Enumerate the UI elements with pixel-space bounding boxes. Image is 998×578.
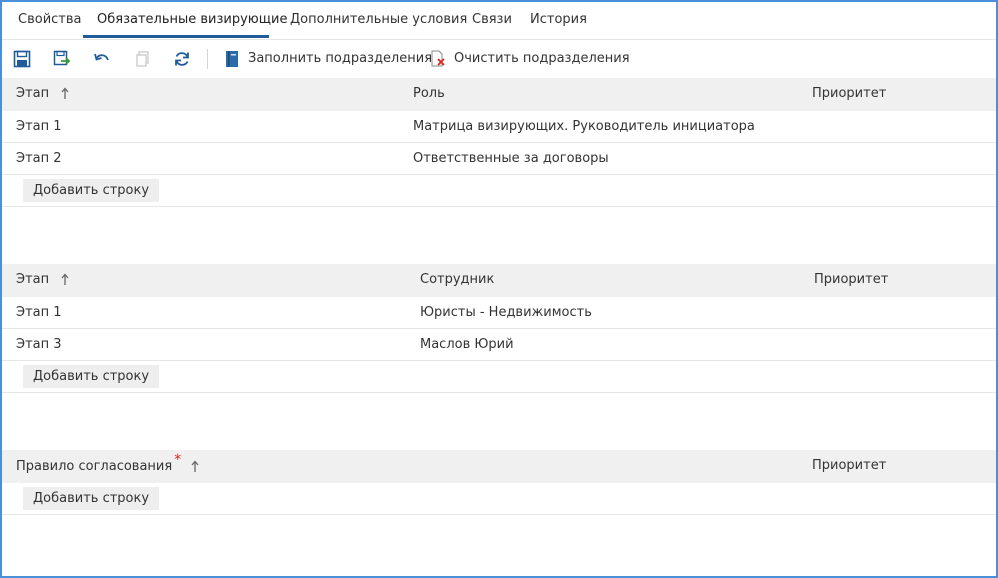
fill-departments-button[interactable]: Заполнить подразделения	[224, 50, 432, 70]
book-icon	[226, 51, 238, 67]
cell-stage: Этап 2	[16, 151, 62, 166]
sort-ascending-icon[interactable]	[191, 460, 199, 473]
tab-links[interactable]: Связи	[472, 2, 512, 40]
header-stage[interactable]: Этап	[16, 78, 69, 111]
tab-bar: Свойства Обязательные визирующие Дополни…	[2, 2, 996, 40]
save-icon[interactable]	[13, 50, 31, 68]
header-priority[interactable]: Приоритет	[814, 264, 888, 297]
cell-role: Матрица визирующих. Руководитель инициат…	[413, 119, 755, 134]
clear-departments-label: Очистить подразделения	[454, 51, 630, 66]
table-row[interactable]: Этап 1 Матрица визирующих. Руководитель …	[2, 111, 996, 143]
table-row[interactable]: Этап 3 Маслов Юрий	[2, 329, 996, 361]
cell-stage: Этап 1	[16, 119, 62, 134]
window-frame: Свойства Обязательные визирующие Дополни…	[0, 0, 998, 578]
refresh-icon[interactable]	[173, 50, 191, 68]
toolbar-separator	[207, 49, 208, 69]
header-employee[interactable]: Сотрудник	[420, 264, 494, 297]
header-priority[interactable]: Приоритет	[812, 450, 886, 483]
copy-icon[interactable]	[134, 50, 152, 68]
employees-add-row: Добавить строку	[2, 361, 996, 393]
header-rule[interactable]: Правило согласования *	[16, 450, 199, 483]
tab-properties[interactable]: Свойства	[18, 2, 82, 40]
roles-table-header: Этап Роль Приоритет	[2, 78, 996, 111]
header-priority[interactable]: Приоритет	[812, 78, 886, 111]
tab-history[interactable]: История	[530, 2, 587, 40]
clear-departments-button[interactable]: Очистить подразделения	[430, 50, 630, 70]
cell-role: Ответственные за договоры	[413, 151, 609, 166]
roles-add-row: Добавить строку	[2, 175, 996, 207]
fill-departments-label: Заполнить подразделения	[248, 51, 433, 66]
add-row-button[interactable]: Добавить строку	[23, 487, 160, 510]
table-row[interactable]: Этап 1 Юристы - Недвижимость	[2, 297, 996, 329]
add-row-button[interactable]: Добавить строку	[23, 365, 160, 388]
undo-icon[interactable]	[93, 50, 111, 68]
required-mark: *	[174, 452, 182, 468]
header-stage[interactable]: Этап	[16, 264, 69, 297]
cell-employee: Юристы - Недвижимость	[420, 305, 592, 320]
save-close-icon[interactable]	[53, 50, 71, 68]
tab-additional-conditions[interactable]: Дополнительные условия	[290, 2, 467, 40]
employees-table-header: Этап Сотрудник Приоритет	[2, 264, 996, 297]
cell-stage: Этап 1	[16, 305, 62, 320]
add-row-button[interactable]: Добавить строку	[23, 179, 160, 202]
active-tab-indicator	[83, 35, 269, 38]
table-row[interactable]: Этап 2 Ответственные за договоры	[2, 143, 996, 175]
sort-ascending-icon[interactable]	[61, 273, 69, 286]
toolbar: Заполнить подразделения Очистить подразд…	[2, 40, 996, 78]
rules-table-header: Правило согласования * Приоритет	[2, 450, 996, 483]
sort-ascending-icon[interactable]	[61, 87, 69, 100]
clear-document-icon	[431, 50, 445, 67]
rules-add-row: Добавить строку	[2, 483, 996, 515]
cell-employee: Маслов Юрий	[420, 337, 514, 352]
cell-stage: Этап 3	[16, 337, 62, 352]
header-role[interactable]: Роль	[413, 78, 445, 111]
